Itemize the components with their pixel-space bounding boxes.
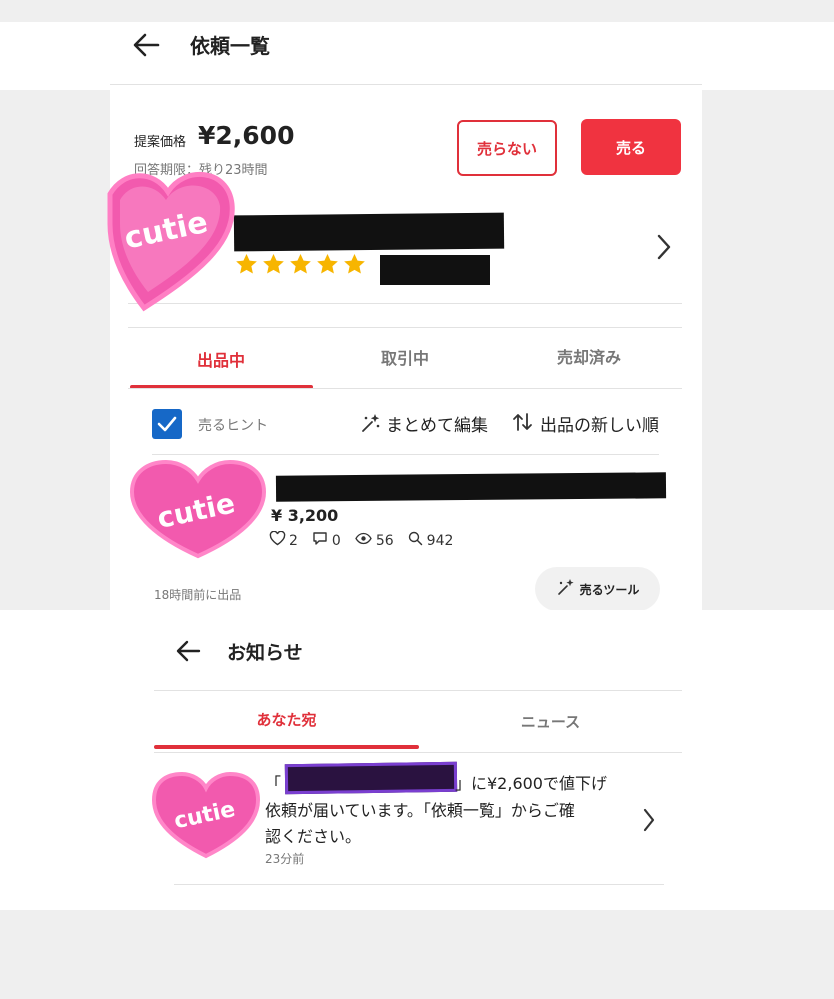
star-icon: [236, 253, 257, 274]
offer-label: 提案価格: [134, 135, 187, 150]
star-icon: [344, 253, 365, 274]
notif-bottom-divider: [174, 884, 664, 885]
tab-sold[interactable]: 売却済み: [498, 344, 680, 368]
page-title: 依頼一覧: [190, 34, 270, 58]
notif-tabs-divider: [154, 752, 682, 753]
chevron-right-icon[interactable]: [656, 233, 672, 265]
star-icon: [263, 253, 284, 274]
sell-tool-label: 売るツール: [579, 582, 640, 597]
active-tab-indicator: [154, 745, 419, 749]
tab-news[interactable]: ニュース: [419, 711, 682, 732]
notice-open-quote: 「: [265, 774, 282, 793]
notice-time: 23分前: [265, 852, 305, 866]
chevron-right-icon[interactable]: [642, 807, 656, 837]
tabs-top-divider: [128, 327, 682, 328]
tab-trading[interactable]: 取引中: [312, 345, 498, 369]
listed-time: 18時間前に出品: [154, 588, 242, 602]
top-bar-bg: [0, 22, 834, 90]
back-arrow-icon[interactable]: [132, 32, 160, 62]
tab-listing[interactable]: 出品中: [130, 347, 312, 371]
heart-sticker: cutie: [107, 171, 235, 312]
tab-for-you[interactable]: あなた宛: [154, 709, 419, 730]
sparkle-icon: [556, 578, 576, 600]
item-stats: 2 0 56 942: [269, 530, 454, 550]
item-price: ¥ 3,200: [271, 506, 339, 525]
notice-text-line3: 認ください。: [265, 827, 362, 846]
star-icon: [290, 253, 311, 274]
redacted-buyer-name: [233, 212, 505, 252]
sell-tool-button[interactable]: 売るツール: [535, 567, 660, 611]
searches-count: 942: [426, 532, 454, 549]
star-icon: [317, 253, 338, 274]
likes-count: 2: [289, 532, 298, 549]
eye-icon: [355, 532, 372, 549]
tabs-bottom-divider: [128, 388, 682, 389]
toolbar-divider: [152, 454, 659, 455]
comments-count: 0: [331, 532, 341, 549]
redacted-item-name: [284, 761, 458, 795]
sparkle-edit-icon[interactable]: [360, 412, 382, 438]
redacted-item-title: [275, 472, 667, 502]
decline-button[interactable]: 売らない: [457, 120, 557, 176]
sort-button[interactable]: 出品の新しい順: [540, 411, 659, 436]
notifications-title: お知らせ: [227, 642, 303, 664]
notice-text-line1: 」に¥2,600で値下げ: [455, 774, 607, 793]
search-icon: [408, 531, 423, 550]
sell-button[interactable]: 売る: [581, 119, 681, 175]
hint-checkbox[interactable]: [152, 409, 182, 439]
views-count: 56: [375, 532, 394, 549]
heart-sticker: cutie: [151, 772, 261, 859]
rating-stars: [235, 253, 366, 275]
comment-icon: [312, 531, 328, 550]
sort-icon[interactable]: [512, 412, 534, 436]
back-arrow-icon[interactable]: [175, 639, 201, 667]
notif-header-divider: [154, 690, 682, 691]
redacted-review-count: [380, 255, 490, 285]
hint-label[interactable]: 売るヒント: [198, 415, 268, 435]
heart-sticker: cutie: [129, 460, 267, 559]
bulk-edit-button[interactable]: まとめて編集: [386, 411, 488, 436]
offer-price: ¥2,600: [198, 121, 295, 150]
notice-text-line2: 依頼が届いています。「依頼一覧」からご確: [265, 801, 575, 820]
heart-outline-icon[interactable]: [269, 530, 286, 550]
header-divider: [110, 84, 702, 85]
